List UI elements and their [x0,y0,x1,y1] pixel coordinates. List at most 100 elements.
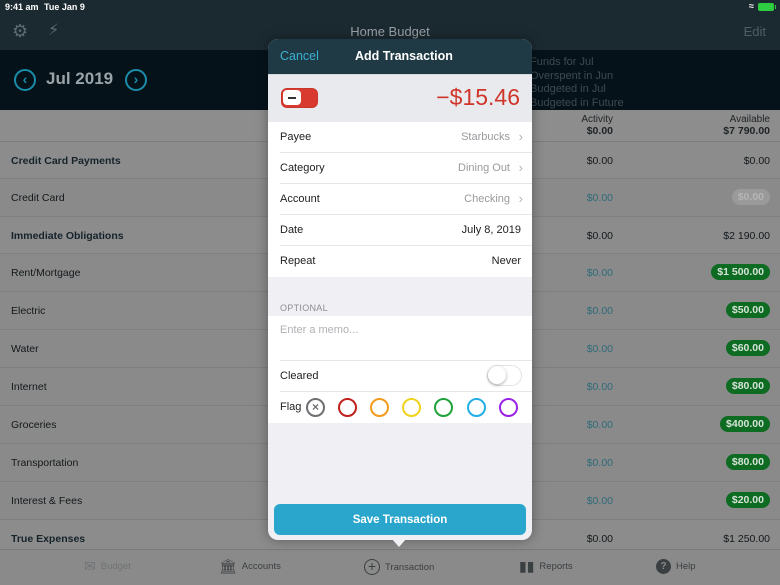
chevron-right-icon: › [518,191,523,206]
available-cell: $60.00 [725,340,770,356]
amount-field[interactable]: −$15.46 [436,84,520,111]
month-label: Jul 2019 [46,69,114,88]
category-name: Water [11,343,39,355]
category-name: Credit Card [11,192,65,204]
flag-red-option[interactable] [338,398,357,417]
flag-row: Flag × [280,392,532,423]
category-name: Internet [11,381,47,393]
field-label: Payee [280,131,312,143]
memo-input[interactable] [280,324,510,336]
category-name: Transportation [11,457,79,469]
tab-help[interactable]: ? Help [656,559,696,574]
flag-yellow-option[interactable] [402,398,421,417]
summary-line: Budgeted in Jul [530,83,606,95]
optional-section-label: OPTIONAL [280,303,328,313]
available-pill[interactable]: $80.00 [725,378,770,394]
plus-circle-icon: + [364,559,380,575]
toggle-knob [488,366,506,384]
summary-line: Budgeted in Future [530,96,624,109]
activity-label: Activity [581,114,613,125]
app-title: Home Budget [350,24,430,39]
save-transaction-button[interactable]: Save Transaction [274,504,526,535]
inflow-outflow-toggle[interactable] [281,88,318,108]
summary-line: Overspent in Jun [530,69,614,82]
available-cell: $80.00 [725,454,770,470]
flag-orange-option[interactable] [370,398,389,417]
activity-value: $0.00 [586,267,613,279]
category-name: Rent/Mortgage [11,267,81,279]
modal-title: Add Transaction [355,49,453,63]
activity-value: $0.00 [586,495,613,507]
chevron-right-icon: › [518,160,523,175]
field-label: Date [280,224,304,236]
field-value: July 8, 2019 [461,224,521,236]
activity-total: $0.00 [586,125,613,137]
activity-value: $0.00 [586,343,613,355]
memo-row [280,316,532,361]
tab-label: Budget [100,560,131,572]
category-name: Interest & Fees [11,495,83,507]
activity-value: $0.00 [586,457,613,469]
tab-label: Help [676,561,696,572]
available-cell: $400.00 [720,416,770,432]
amount-row: −$15.46 [268,74,532,122]
envelope-icon: ✉ [84,558,96,574]
activity-value: $0.00 [586,419,613,431]
payee-field[interactable]: Payee Starbucks › [280,122,532,153]
repeat-field[interactable]: Repeat Never [280,246,532,277]
edit-button[interactable]: Edit [744,24,766,39]
available-pill[interactable]: $0.00 [731,189,770,205]
tab-budget[interactable]: ✉ Budget [84,559,131,573]
battery-charging-icon [758,3,776,11]
cancel-button[interactable]: Cancel [280,49,319,63]
modal-header: Cancel Add Transaction [268,39,532,74]
available-pill[interactable]: $20.00 [725,492,770,508]
available-pill[interactable]: $50.00 [725,302,770,318]
tab-accounts[interactable]: 🏛︎ Accounts [219,559,281,573]
category-field[interactable]: Category Dining Out › [280,153,532,184]
field-label: Category [280,162,325,174]
available-pill[interactable]: $80.00 [725,454,770,470]
field-value: Checking [464,193,510,205]
status-date: Tue Jan 9 [44,2,85,12]
cleared-toggle[interactable] [487,365,522,386]
help-circle-icon: ? [656,559,671,574]
chevron-right-icon: › [518,129,523,144]
account-field[interactable]: Account Checking › [280,184,532,215]
available-pill[interactable]: $1 500.00 [711,264,770,280]
cleared-label: Cleared [280,370,319,382]
flag-none-icon[interactable]: × [306,398,325,417]
tab-label: Accounts [241,560,281,572]
activity-value: $0.00 [586,155,613,167]
bank-icon: 🏛︎ [219,558,237,574]
available-column: Available $7 790.00 [723,114,770,137]
chevron-right-circle-icon[interactable]: › [125,69,147,91]
add-transaction-popover: Cancel Add Transaction −$15.46 Payee Sta… [268,39,532,540]
available-pill[interactable]: $60.00 [725,340,770,356]
available-total: $7 790.00 [723,125,770,137]
date-field[interactable]: Date July 8, 2019 [280,215,532,246]
status-time: 9:41 am [5,2,39,12]
category-name: Electric [11,305,46,317]
field-value: Starbucks [461,131,510,143]
field-value: Never [491,255,521,267]
category-name: Immediate Obligations [11,230,124,242]
chevron-left-circle-icon[interactable]: ‹ [14,69,36,91]
minus-icon [283,90,301,105]
cleared-row: Cleared [280,361,532,392]
field-label: Account [280,193,320,205]
wifi-icon: ≈ [749,1,754,11]
tab-transaction[interactable]: + Transaction [364,559,434,575]
flag-purple-option[interactable] [499,398,518,417]
flag-green-option[interactable] [434,398,453,417]
activity-value: $0.00 [586,230,613,242]
activity-value: $0.00 [586,305,613,317]
available-pill[interactable]: $400.00 [720,416,770,432]
flag-blue-option[interactable] [467,398,486,417]
available-cell: $0.00 [731,189,770,205]
status-bar: 9:41 am Tue Jan 9 ≈ [0,0,780,14]
tab-reports[interactable]: ▮▮ Reports [519,559,573,573]
activity-value: $0.00 [586,381,613,393]
tab-label: Transaction [385,561,435,573]
available-value: $0.00 [743,155,770,167]
